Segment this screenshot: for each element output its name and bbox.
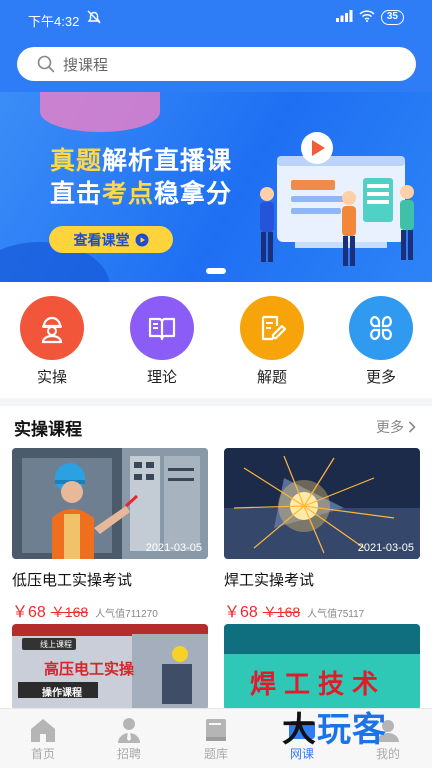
worker-icon [20, 296, 84, 360]
course-original-price: ￥168 [262, 604, 301, 620]
status-indicators: 35 [335, 10, 404, 25]
status-bar: 下午4:32 35 [0, 0, 432, 38]
course-popularity: 人气值75117 [307, 609, 365, 620]
category-more[interactable]: 更多 [341, 296, 421, 387]
category-practical[interactable]: 实操 [12, 296, 92, 387]
banner-illustration [260, 132, 414, 266]
tab-label: 招聘 [116, 747, 141, 761]
signal-icon [335, 10, 353, 25]
search-icon [37, 55, 55, 73]
course-thumbnail: 2021-03-05 [12, 448, 208, 559]
book-icon [186, 715, 246, 745]
tab-question-bank[interactable]: 题库 [186, 715, 246, 762]
home-icon [13, 715, 73, 745]
course-card[interactable]: 线上课程 高压电工实操 操作课程 [12, 624, 208, 710]
course-thumb-subtitle: 操作课程 [42, 688, 82, 699]
search-placeholder: 搜课程 [63, 56, 109, 74]
section-divider [0, 398, 432, 406]
course-price: ￥68 [224, 604, 258, 621]
category-label: 更多 [365, 369, 396, 386]
course-thumb-title: 高压电工实操 [44, 661, 135, 678]
person-icon [99, 715, 159, 745]
grid-icon [349, 296, 413, 360]
search-input[interactable]: 搜课程 [17, 47, 416, 81]
course-price: ￥68 [12, 604, 46, 621]
tab-home[interactable]: 首页 [13, 715, 73, 762]
course-thumbnail: 2021-03-05 [224, 448, 420, 559]
banner-decoration-top [40, 92, 160, 132]
course-thumb-title: 焊工技术 [250, 669, 387, 699]
course-title: 焊工实操考试 [224, 572, 315, 589]
banner-headline-2: 直击考点稳拿分 [50, 180, 233, 208]
course-popularity: 人气值711270 [95, 609, 158, 620]
section-title: 实操课程 [14, 420, 82, 439]
tab-label: 题库 [203, 747, 228, 761]
course-card[interactable]: 2021-03-05 焊工实操考试 ￥68 ￥168 人气值75117 [224, 448, 420, 622]
category-solution[interactable]: 解题 [232, 296, 312, 387]
course-date: 2021-03-05 [145, 542, 202, 554]
battery-indicator: 35 [380, 10, 404, 25]
book-icon [130, 296, 194, 360]
category-row: 实操 理论 解题 更多 [0, 296, 432, 392]
play-circle-icon [135, 233, 148, 246]
tab-jobs[interactable]: 招聘 [99, 715, 159, 762]
course-prices: ￥68 ￥168 人气值75117 [224, 598, 420, 622]
promo-banner[interactable]: 真题解析直播课 直击考点稳拿分 查看课堂 [0, 92, 432, 282]
category-theory[interactable]: 理论 [122, 296, 202, 387]
edit-doc-icon [240, 296, 304, 360]
category-label: 理论 [146, 369, 177, 386]
watermark-logo: 大玩客 [282, 711, 387, 749]
course-title: 低压电工实操考试 [12, 572, 133, 589]
chevron-right-icon [408, 421, 416, 433]
course-card[interactable]: 焊工技术 [224, 624, 420, 710]
category-label: 解题 [256, 369, 287, 386]
status-time: 下午4:32 [28, 14, 80, 29]
banner-headline-1: 真题解析直播课 [50, 147, 233, 175]
course-date: 2021-03-05 [357, 542, 414, 554]
more-link[interactable]: 更多 [376, 417, 416, 437]
course-original-price: ￥168 [50, 604, 89, 620]
carousel-indicator[interactable] [206, 268, 226, 274]
app-header: 下午4:32 35 搜课程 [0, 0, 432, 92]
dnd-icon [86, 9, 102, 28]
category-label: 实操 [36, 369, 67, 386]
course-badge: 线上课程 [40, 640, 72, 649]
view-class-button[interactable]: 查看课堂 [49, 226, 173, 253]
course-prices: ￥68 ￥168 人气值711270 [12, 598, 208, 622]
tab-label: 首页 [30, 747, 55, 761]
course-card[interactable]: 2021-03-05 低压电工实操考试 ￥68 ￥168 人气值711270 [12, 448, 208, 622]
wifi-icon [359, 10, 375, 25]
